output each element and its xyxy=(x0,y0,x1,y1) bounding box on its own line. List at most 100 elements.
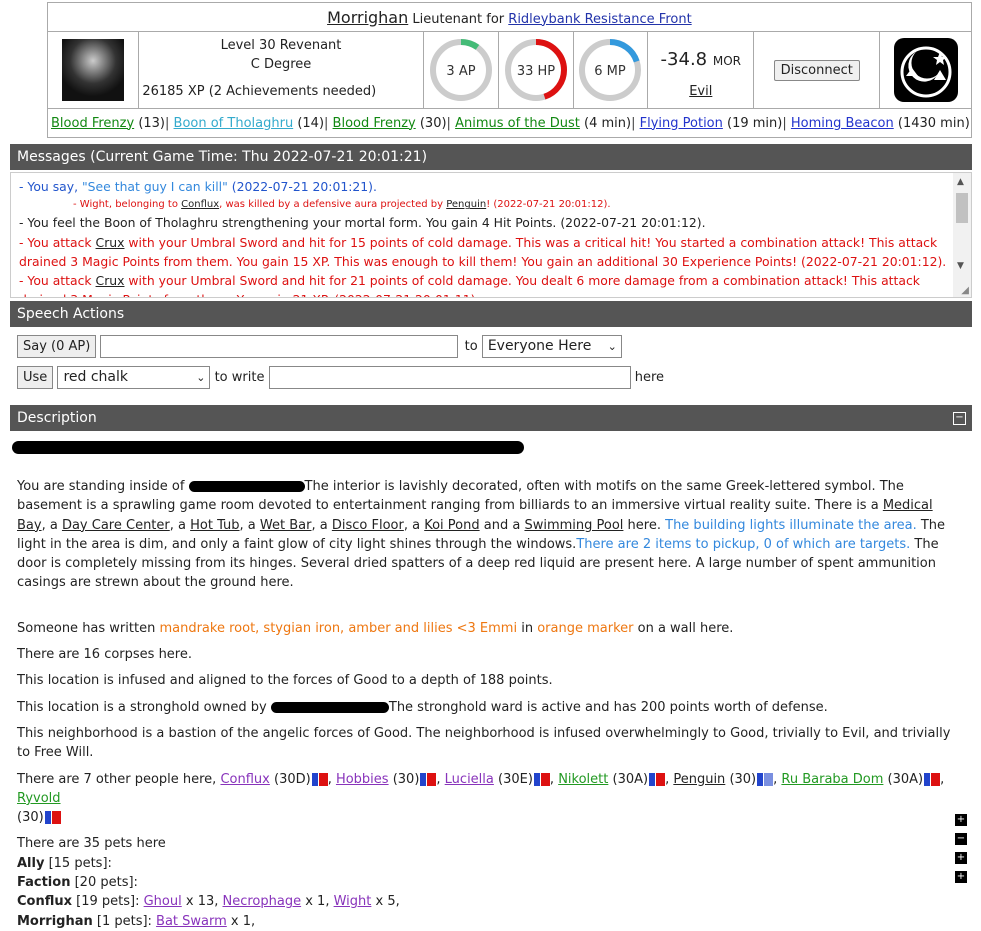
person-conflux[interactable]: Conflux xyxy=(220,772,269,787)
pet-wight-link[interactable]: Wight xyxy=(334,894,372,909)
player-link-crux[interactable]: Crux xyxy=(96,235,125,250)
description-header[interactable]: Description − xyxy=(10,405,972,431)
pets-ally: Ally [15 pets]: xyxy=(17,854,962,873)
pet-group-label: Faction xyxy=(17,875,71,891)
separator: | xyxy=(782,115,787,131)
minus-icon[interactable]: − xyxy=(953,412,966,425)
desc-text: here. xyxy=(623,517,666,533)
faction-flag-icon xyxy=(533,772,550,786)
expand-morrighan-icon[interactable]: + xyxy=(955,871,967,883)
mp-gauge: 6 MP xyxy=(572,31,649,109)
description-body: You are standing inside of The interior … xyxy=(17,477,962,931)
faction-flag-icon xyxy=(924,772,941,786)
pet-bat-swarm-link[interactable]: Bat Swarm xyxy=(156,914,227,929)
scroll-up-icon[interactable]: ▲ xyxy=(957,177,964,187)
effect-blood-frenzy-1[interactable]: Blood Frenzy xyxy=(51,116,134,131)
location-day-care-center[interactable]: Day Care Center xyxy=(62,518,170,533)
person-level: (30E) xyxy=(493,771,533,787)
here-label: here xyxy=(634,370,665,385)
player-link-conflux[interactable]: Conflux xyxy=(181,199,219,210)
message-text: - You say, xyxy=(19,179,82,194)
desc-text: You are standing inside of xyxy=(17,479,189,494)
location-wet-bar[interactable]: Wet Bar xyxy=(260,518,312,533)
desc-text: , a xyxy=(311,517,332,533)
lights-text: The building lights illuminate the area. xyxy=(665,517,917,533)
effect-time: (14) xyxy=(297,115,325,131)
player-link-penguin[interactable]: Penguin xyxy=(446,199,486,210)
messages-scrollbar[interactable]: ▲ ▼ xyxy=(953,173,971,297)
effect-homing-beacon[interactable]: Homing Beacon xyxy=(791,116,894,131)
say-button[interactable]: Say (0 AP) xyxy=(17,335,97,358)
person-luciella[interactable]: Luciella xyxy=(445,772,494,787)
ap-gauge: 3 AP xyxy=(422,31,499,109)
player-link-crux[interactable]: Crux xyxy=(96,273,125,288)
expand-ally-icon[interactable]: + xyxy=(955,814,967,826)
desc-text: The stronghold ward is active and has 20… xyxy=(388,699,828,715)
effect-blood-frenzy-2[interactable]: Blood Frenzy xyxy=(333,116,416,131)
mor-value: -34.8 xyxy=(660,49,708,70)
item-select[interactable]: red chalk ⌄ xyxy=(57,366,211,389)
say-input[interactable] xyxy=(100,335,459,358)
effect-animus-of-the-dust[interactable]: Animus of the Dust xyxy=(455,116,580,131)
pet-group-label: Conflux xyxy=(17,894,73,910)
group-link[interactable]: Ridleybank Resistance Front xyxy=(508,12,691,27)
separator: | xyxy=(324,115,329,131)
pet-count: x 1, xyxy=(226,913,256,929)
resize-grip-icon[interactable]: ◢ xyxy=(961,285,969,296)
pet-group-label: Ally xyxy=(17,855,45,871)
moon-star-icon[interactable] xyxy=(893,38,958,102)
portrait-cell xyxy=(46,31,140,109)
write-row: Use red chalk ⌄ to write here xyxy=(17,366,664,389)
effect-time: (4 min) xyxy=(584,115,632,131)
target-selected: Everyone Here xyxy=(487,338,592,354)
person-penguin[interactable]: Penguin xyxy=(673,772,725,787)
chevron-down-icon: ⌄ xyxy=(607,340,617,353)
desc-text: , a xyxy=(41,517,62,533)
person-ru-baraba-dom[interactable]: Ru Baraba Dom xyxy=(781,772,883,787)
expand-conflux-icon[interactable]: + xyxy=(955,852,967,864)
level-cell: Level 30 Revenant C Degree 26185 XP (2 A… xyxy=(138,31,424,109)
hp-label: 33 HP xyxy=(516,64,554,79)
messages-log[interactable]: - You say, "See that guy I can kill" (20… xyxy=(10,172,972,298)
neighborhood-line: This neighborhood is a bastion of the an… xyxy=(17,725,951,761)
effect-time: (19 min) xyxy=(727,115,783,131)
message-text: ! (2022-07-21 20:01:12). xyxy=(486,199,611,211)
person-level: (30) xyxy=(725,771,757,787)
level-class: Level 30 Revenant xyxy=(220,38,342,53)
location-disco-floor[interactable]: Disco Floor xyxy=(332,518,404,533)
pet-ghoul-link[interactable]: Ghoul xyxy=(144,894,182,909)
pet-group-count: [19 pets]: xyxy=(72,894,144,910)
scroll-down-icon[interactable]: ▼ xyxy=(957,261,964,271)
effect-boon-of-tholaghru[interactable]: Boon of Tholaghru xyxy=(174,116,294,131)
faction-flag-icon xyxy=(44,811,61,825)
person-ryvold[interactable]: Ryvold xyxy=(17,791,61,806)
character-name-link[interactable]: Morrighan xyxy=(327,8,408,27)
location-hot-tub[interactable]: Hot Tub xyxy=(190,518,239,533)
person-hobbies[interactable]: Hobbies xyxy=(336,772,389,787)
mp-ring: 6 MP xyxy=(579,39,642,101)
location-koi-pond[interactable]: Koi Pond xyxy=(424,518,479,533)
scroll-thumb[interactable] xyxy=(956,193,968,223)
message-aura: - Wight, belonging to Conflux, was kille… xyxy=(19,196,947,213)
effect-flying-potion[interactable]: Flying Potion xyxy=(640,116,723,131)
faction-flag-icon xyxy=(311,772,328,786)
person-nikolett[interactable]: Nikolett xyxy=(558,772,608,787)
target-select[interactable]: Everyone Here ⌄ xyxy=(481,335,622,358)
chevron-down-icon: ⌄ xyxy=(196,371,206,384)
character-portrait[interactable] xyxy=(62,39,125,101)
desc-text: This location is a stronghold owned by xyxy=(17,699,271,715)
mor-unit: MOR xyxy=(712,54,741,68)
desc-text: and a xyxy=(479,517,525,533)
location-swimming-pool[interactable]: Swimming Pool xyxy=(524,518,623,533)
alignment-link[interactable]: Evil xyxy=(689,84,712,99)
pet-necrophage-link[interactable]: Necrophage xyxy=(223,894,302,909)
use-button[interactable]: Use xyxy=(17,366,54,389)
separator: | xyxy=(446,115,451,131)
logo-cell xyxy=(879,31,972,109)
items-link[interactable]: There are 2 items to pickup, 0 of which … xyxy=(576,537,910,552)
collapse-faction-icon[interactable]: − xyxy=(955,833,967,845)
messages-header: Messages (Current Game Time: Thu 2022-07… xyxy=(10,144,972,170)
effects-row: Blood Frenzy (13)| Boon of Tholaghru (14… xyxy=(47,108,972,138)
write-input[interactable] xyxy=(268,366,631,389)
disconnect-button[interactable]: Disconnect xyxy=(773,59,860,81)
